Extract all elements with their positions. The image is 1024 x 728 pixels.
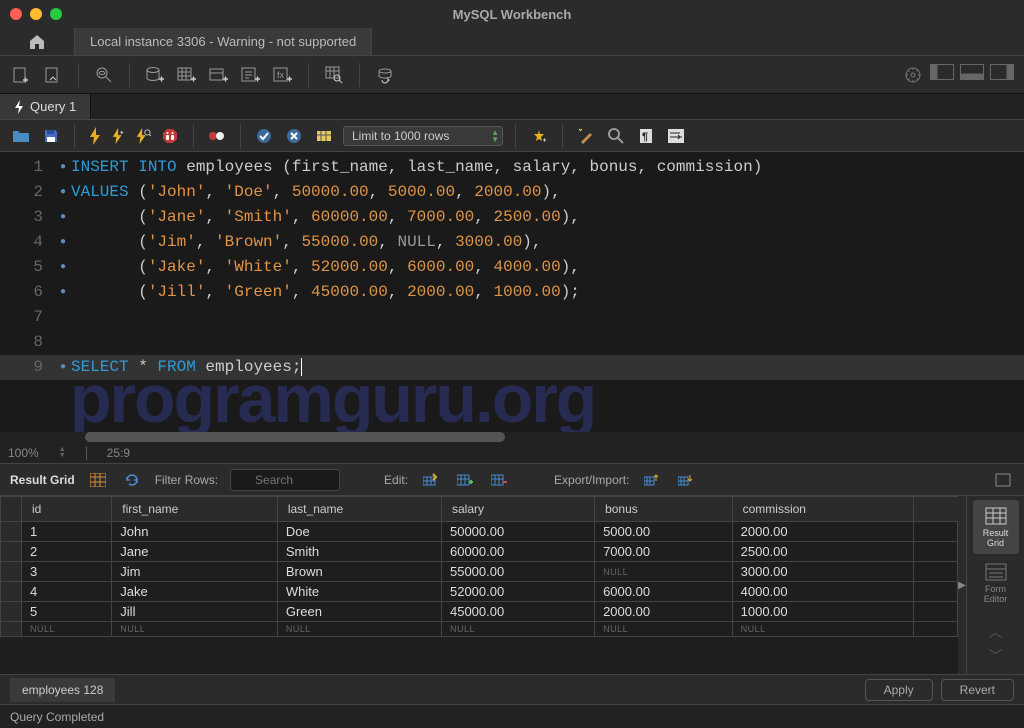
beautify-query-icon[interactable] bbox=[575, 125, 597, 147]
new-view-icon[interactable] bbox=[208, 64, 230, 86]
invisible-chars-icon[interactable]: ¶ bbox=[635, 125, 657, 147]
edit-label: Edit: bbox=[384, 473, 408, 487]
new-table-icon[interactable] bbox=[176, 64, 198, 86]
sql-editor[interactable]: 1●INSERT INTO employees (first_name, las… bbox=[0, 152, 1024, 432]
window-minimize-button[interactable] bbox=[30, 8, 42, 20]
stop-icon[interactable] bbox=[159, 125, 181, 147]
editor-horizontal-scrollbar[interactable] bbox=[0, 432, 1024, 442]
reconnect-icon[interactable] bbox=[374, 64, 396, 86]
rollback-icon[interactable] bbox=[283, 125, 305, 147]
commit-icon[interactable] bbox=[253, 125, 275, 147]
title-bar: MySQL Workbench bbox=[0, 0, 1024, 28]
delete-row-icon[interactable] bbox=[488, 469, 510, 491]
result-side-panel: Result Grid Form Editor ︿ ﹀ bbox=[966, 496, 1024, 674]
chevron-up-icon[interactable]: ︿ bbox=[989, 622, 1003, 642]
status-text: Query Completed bbox=[10, 710, 104, 724]
home-tab[interactable] bbox=[0, 28, 75, 55]
editor-status-bar: 100% ▲▼ 25:9 bbox=[0, 442, 1024, 464]
window-maximize-button[interactable] bbox=[50, 8, 62, 20]
query-tab-label: Query 1 bbox=[30, 99, 76, 114]
inspector-icon[interactable] bbox=[93, 64, 115, 86]
zoom-arrows-icon[interactable]: ▲▼ bbox=[59, 447, 66, 459]
panel-toggle-right[interactable] bbox=[990, 64, 1014, 80]
result-toolbar: Result Grid Filter Rows: ⌕ Edit: Export/… bbox=[0, 464, 1024, 496]
result-tab[interactable]: employees 128 bbox=[10, 678, 115, 702]
svg-text:fx: fx bbox=[277, 70, 285, 80]
edit-row-icon[interactable] bbox=[420, 469, 442, 491]
new-func-icon[interactable]: fx bbox=[272, 64, 294, 86]
query-tab-bar: Query 1 bbox=[0, 94, 1024, 120]
refresh-icon[interactable] bbox=[121, 469, 143, 491]
word-wrap-icon[interactable] bbox=[665, 125, 687, 147]
settings-icon[interactable] bbox=[902, 64, 924, 86]
table-row[interactable]: 5JillGreen45000.002000.001000.00 bbox=[1, 602, 958, 622]
connection-tab[interactable]: Local instance 3306 - Warning - not supp… bbox=[75, 28, 372, 55]
explain-icon[interactable] bbox=[135, 128, 151, 144]
side-result-grid-label: Result Grid bbox=[983, 528, 1009, 548]
side-result-grid[interactable]: Result Grid bbox=[973, 500, 1019, 554]
beautify-icon[interactable] bbox=[528, 125, 550, 147]
result-tab-bar: employees 128 Apply Revert bbox=[0, 674, 1024, 704]
select-arrows-icon: ▲▼ bbox=[491, 129, 499, 143]
panel-collapse-arrow[interactable]: ▶ bbox=[958, 496, 966, 674]
main-toolbar: fx bbox=[0, 56, 1024, 94]
import-icon[interactable] bbox=[675, 469, 697, 491]
table-row[interactable]: 2JaneSmith60000.007000.002500.00 bbox=[1, 542, 958, 562]
panel-toggle-bottom[interactable] bbox=[960, 64, 984, 80]
filter-rows-label: Filter Rows: bbox=[155, 473, 218, 487]
zoom-level[interactable]: 100% bbox=[8, 446, 39, 460]
limit-selected-value: Limit to 1000 rows bbox=[352, 129, 449, 143]
chevron-down-icon[interactable]: ﹀ bbox=[989, 646, 1003, 666]
open-file-icon[interactable] bbox=[10, 125, 32, 147]
export-icon[interactable] bbox=[641, 469, 663, 491]
new-schema-icon[interactable] bbox=[144, 64, 166, 86]
home-icon bbox=[28, 34, 46, 50]
table-row[interactable]: 3JimBrown55000.00NULL3000.00 bbox=[1, 562, 958, 582]
editor-toolbar: Limit to 1000 rows ▲▼ ¶ bbox=[0, 120, 1024, 152]
grid-view-icon[interactable] bbox=[87, 469, 109, 491]
lightning-icon bbox=[14, 100, 24, 114]
apply-button[interactable]: Apply bbox=[865, 679, 933, 701]
svg-text:¶: ¶ bbox=[642, 131, 648, 143]
window-title: MySQL Workbench bbox=[453, 7, 572, 22]
side-nav-chevrons[interactable]: ︿ ﹀ bbox=[989, 622, 1003, 674]
wrap-cell-icon[interactable] bbox=[992, 469, 1014, 491]
side-form-editor[interactable]: Form Editor bbox=[973, 556, 1019, 610]
toggle-autocommit-icon[interactable] bbox=[206, 125, 228, 147]
add-row-icon[interactable] bbox=[454, 469, 476, 491]
grid-icon bbox=[984, 506, 1008, 526]
connection-tab-bar: Local instance 3306 - Warning - not supp… bbox=[0, 28, 1024, 56]
form-icon bbox=[984, 562, 1008, 582]
limit-rows-select[interactable]: Limit to 1000 rows ▲▼ bbox=[343, 126, 503, 146]
status-bar: Query Completed bbox=[0, 704, 1024, 728]
query-tab[interactable]: Query 1 bbox=[0, 94, 91, 119]
revert-button[interactable]: Revert bbox=[941, 679, 1014, 701]
side-form-editor-label: Form Editor bbox=[984, 584, 1008, 604]
search-table-icon[interactable] bbox=[323, 64, 345, 86]
toggle-limit-icon[interactable] bbox=[313, 125, 335, 147]
result-grid[interactable]: idfirst_namelast_namesalarybonuscommissi… bbox=[0, 496, 958, 674]
new-proc-icon[interactable] bbox=[240, 64, 262, 86]
save-icon[interactable] bbox=[40, 125, 62, 147]
open-sql-icon[interactable] bbox=[42, 64, 64, 86]
execute-icon[interactable] bbox=[87, 128, 103, 144]
result-grid-label: Result Grid bbox=[10, 473, 75, 487]
table-row[interactable]: 4JakeWhite52000.006000.004000.00 bbox=[1, 582, 958, 602]
filter-rows-input[interactable] bbox=[230, 469, 340, 491]
cursor-position: 25:9 bbox=[107, 446, 130, 460]
execute-current-icon[interactable] bbox=[111, 128, 127, 144]
find-icon[interactable] bbox=[605, 125, 627, 147]
table-row[interactable]: 1JohnDoe50000.005000.002000.00 bbox=[1, 522, 958, 542]
panel-toggle-left[interactable] bbox=[930, 64, 954, 80]
export-import-label: Export/Import: bbox=[554, 473, 629, 487]
new-sql-tab-icon[interactable] bbox=[10, 64, 32, 86]
new-row[interactable]: NULLNULLNULLNULLNULLNULL bbox=[1, 622, 958, 637]
window-close-button[interactable] bbox=[10, 8, 22, 20]
result-pane: Result Grid Filter Rows: ⌕ Edit: Export/… bbox=[0, 464, 1024, 704]
